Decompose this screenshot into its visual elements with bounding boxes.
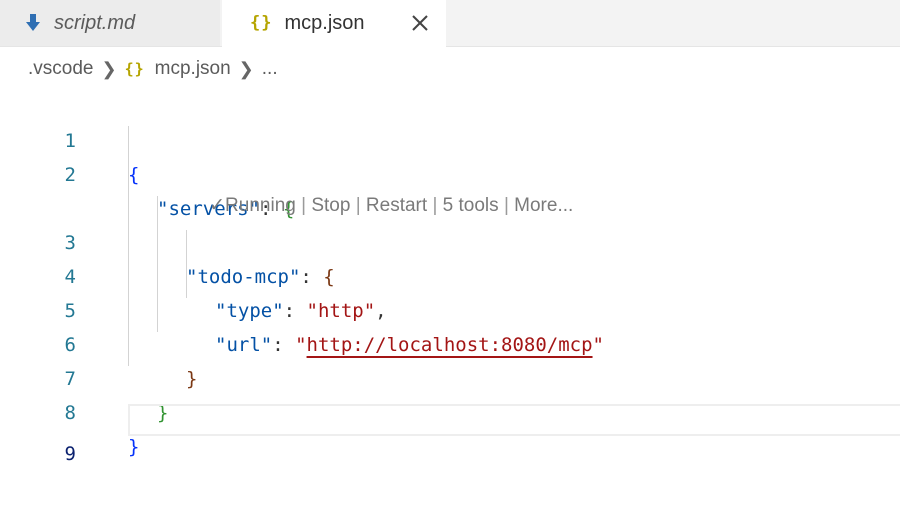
json-braces-icon: {} bbox=[250, 13, 273, 33]
breadcrumb-folder[interactable]: .vscode bbox=[28, 58, 93, 80]
chevron-right-icon: ❯ bbox=[238, 58, 254, 79]
brace: { bbox=[128, 164, 140, 186]
mcp-server-code-lens: ✓Running | Stop | Restart | 5 tools | Mo… bbox=[209, 195, 574, 216]
editor-tab-bar: script.md {} mcp.json bbox=[0, 0, 900, 47]
code-line: 2 "servers": { bbox=[0, 124, 900, 220]
brace: } bbox=[128, 436, 140, 458]
tab-mcp-json[interactable]: {} mcp.json bbox=[222, 0, 446, 47]
breadcrumb-more[interactable]: ... bbox=[262, 58, 278, 80]
tab-label: script.md bbox=[54, 11, 136, 34]
code-line: 5 "url": "http://localhost:8080/mcp" bbox=[0, 260, 900, 356]
arrow-down-icon bbox=[26, 14, 40, 32]
code-line: 1 { bbox=[0, 90, 900, 186]
code-editor[interactable]: 1 { 2 "servers": { ✓Running | Stop | Res… bbox=[0, 88, 900, 465]
line-number: 9 bbox=[64, 443, 76, 465]
code-line[interactable]: 9 bbox=[0, 403, 900, 465]
code-line: 4 "type": "http", bbox=[0, 226, 900, 322]
close-icon[interactable] bbox=[408, 11, 432, 35]
tab-script-md[interactable]: script.md bbox=[0, 0, 220, 46]
chevron-right-icon: ❯ bbox=[101, 58, 117, 79]
code-line: 8 } bbox=[0, 362, 900, 458]
line-number: 2 bbox=[64, 164, 76, 186]
code-line: 6 } bbox=[0, 294, 900, 390]
breadcrumb: .vscode ❯ {} mcp.json ❯ ... bbox=[28, 54, 278, 84]
breadcrumb-file[interactable]: mcp.json bbox=[155, 58, 231, 80]
code-line: 7 } bbox=[0, 328, 900, 424]
json-braces-icon: {} bbox=[124, 60, 145, 78]
code-line: 3 "todo-mcp": { bbox=[0, 192, 900, 288]
tab-label: mcp.json bbox=[284, 11, 365, 34]
